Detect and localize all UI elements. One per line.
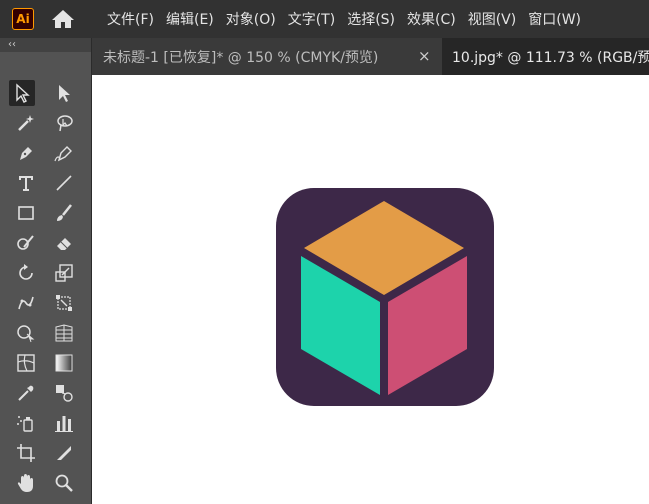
menu-select[interactable]: 选择(S) (341, 9, 401, 29)
tools-panel-header[interactable]: ‹‹ (0, 38, 91, 52)
direct-selection-tool[interactable] (51, 80, 77, 106)
collapse-panel-button[interactable]: ‹‹ (8, 38, 16, 52)
slice-tool[interactable] (51, 440, 77, 466)
mesh-tool[interactable] (13, 350, 39, 376)
paintbrush-tool[interactable] (51, 200, 77, 226)
shape-builder-tool[interactable] (13, 320, 39, 346)
curvature-tool[interactable] (51, 140, 77, 166)
puppet-warp-tool[interactable] (13, 290, 39, 316)
menu-items: 文件(F) 编辑(E) 对象(O) 文字(T) 选择(S) 效果(C) 视图(V… (101, 0, 587, 38)
menu-file[interactable]: 文件(F) (101, 9, 160, 29)
zoom-tool[interactable] (51, 470, 77, 496)
home-icon[interactable] (49, 8, 77, 30)
menu-type[interactable]: 文字(T) (282, 9, 341, 29)
menu-bar: Ai 文件(F) 编辑(E) 对象(O) 文字(T) 选择(S) 效果(C) 视… (0, 0, 649, 38)
adobe-illustrator-logo[interactable]: Ai (12, 8, 34, 30)
document-tab-title: 未标题-1 [已恢复]* @ 150 % (CMYK/预览) (103, 49, 379, 66)
menu-view[interactable]: 视图(V) (462, 9, 523, 29)
eraser-tool[interactable] (51, 230, 77, 256)
blend-tool[interactable] (51, 380, 77, 406)
document-tab-1[interactable]: 未标题-1 [已恢复]* @ 150 % (CMYK/预览) × (92, 38, 442, 75)
document-tab-title: 10.jpg* @ 111.73 % (RGB/预 (452, 49, 649, 66)
document-tab-bar: 未标题-1 [已恢复]* @ 150 % (CMYK/预览) × 10.jpg*… (92, 38, 649, 75)
perspective-grid-tool[interactable] (51, 320, 77, 346)
hand-tool[interactable] (13, 470, 39, 496)
symbol-sprayer-tool[interactable] (13, 410, 39, 436)
gradient-tool[interactable] (51, 350, 77, 376)
eyedropper-tool[interactable] (13, 380, 39, 406)
magic-wand-tool[interactable] (13, 110, 39, 136)
menu-window[interactable]: 窗口(W) (522, 9, 587, 29)
tools-panel: ‹‹ (0, 38, 91, 504)
rectangle-tool[interactable] (13, 200, 39, 226)
free-transform-tool[interactable] (51, 290, 77, 316)
pen-tool[interactable] (13, 140, 39, 166)
scale-tool[interactable] (51, 260, 77, 286)
document-tab-2[interactable]: 10.jpg* @ 111.73 % (RGB/预 (442, 38, 649, 75)
close-tab-button[interactable]: × (418, 47, 431, 65)
rotate-tool[interactable] (13, 260, 39, 286)
menu-edit[interactable]: 编辑(E) (160, 9, 220, 29)
selection-tool[interactable] (9, 80, 35, 106)
lasso-tool[interactable] (51, 110, 77, 136)
menu-effect[interactable]: 效果(C) (401, 9, 462, 29)
artboard-tool[interactable] (13, 440, 39, 466)
line-segment-tool[interactable] (51, 170, 77, 196)
artboard-canvas[interactable] (92, 75, 649, 504)
menu-object[interactable]: 对象(O) (220, 9, 282, 29)
type-tool[interactable] (13, 170, 39, 196)
cube-icon[interactable] (276, 188, 494, 406)
shaper-tool[interactable] (13, 230, 39, 256)
column-graph-tool[interactable] (51, 410, 77, 436)
